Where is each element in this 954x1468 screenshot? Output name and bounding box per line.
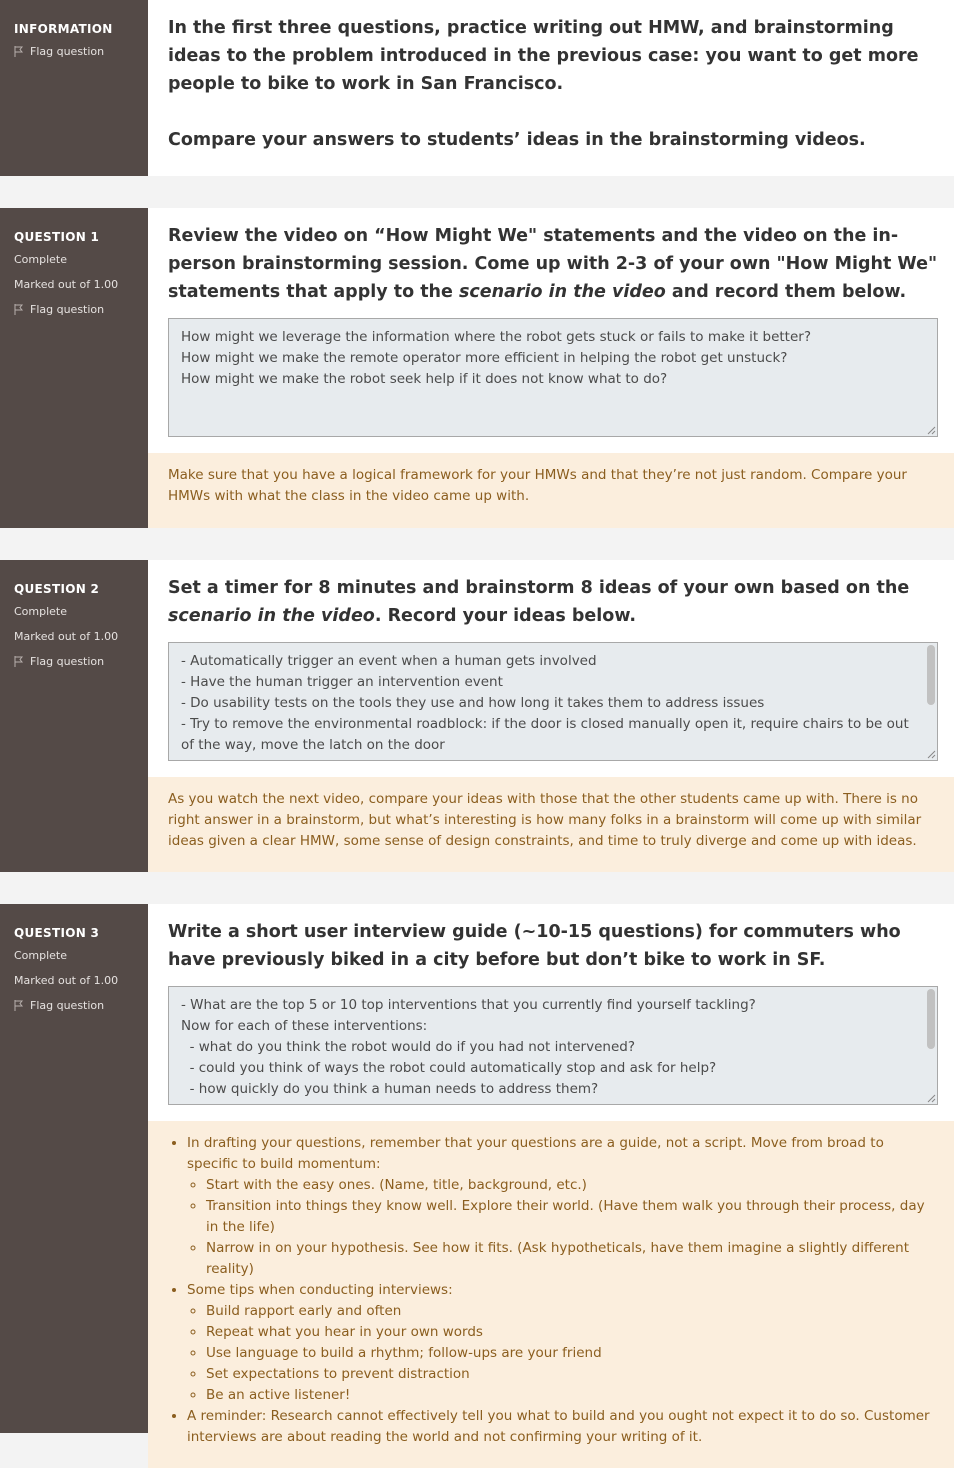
flag-question-label: Flag question — [30, 45, 105, 58]
flag-question-label: Flag question — [30, 303, 105, 316]
feedback-subbullet: Repeat what you hear in your own words — [206, 1322, 936, 1343]
question-status: Complete — [14, 253, 68, 266]
question-2-sidebar: QUESTION 2 Complete Marked out of 1.00 F… — [0, 560, 148, 872]
question-feedback: Make sure that you have a logical framew… — [148, 453, 954, 528]
info-paragraph-1: In the first three questions, practice w… — [168, 18, 919, 94]
question-text: Write a short user interview guide (~10-… — [168, 922, 901, 970]
question-number: QUESTION 3 — [14, 926, 100, 940]
feedback-subbullet: Use language to build a rhythm; follow-u… — [206, 1343, 936, 1364]
feedback-subbullet: Transition into things they know well. E… — [206, 1196, 936, 1238]
flag-question-link[interactable]: Flag question — [14, 303, 148, 316]
flag-question-link[interactable]: Flag question — [14, 655, 148, 668]
question-3-content: Write a short user interview guide (~10-… — [148, 904, 954, 1468]
resize-handle-icon[interactable] — [926, 1093, 936, 1103]
resize-handle-icon[interactable] — [926, 749, 936, 759]
flag-question-link[interactable]: Flag question — [14, 999, 148, 1012]
answer-textarea[interactable]: - Automatically trigger an event when a … — [168, 642, 938, 761]
flag-question-label: Flag question — [30, 999, 105, 1012]
feedback-bullet: In drafting your questions, remember tha… — [187, 1133, 936, 1280]
question-1-content: Review the video on “How Might We" state… — [148, 208, 954, 528]
question-3-sidebar: QUESTION 3 Complete Marked out of 1.00 F… — [0, 904, 148, 1433]
question-marks: Marked out of 1.00 — [14, 974, 119, 987]
question-1-block: QUESTION 1 Complete Marked out of 1.00 F… — [0, 208, 954, 528]
answer-line: - What are the top 5 or 10 top intervent… — [181, 997, 756, 1013]
feedback-subbullet: Be an active listener! — [206, 1385, 936, 1406]
question-text: Set a timer for 8 minutes and brainstorm… — [168, 578, 910, 626]
answer-line: - Do usability tests on the tools they u… — [181, 695, 765, 711]
answer-line: - how quickly do you think a human needs… — [181, 1081, 599, 1097]
feedback-subbullet: Build rapport early and often — [206, 1301, 936, 1322]
question-status: Complete — [14, 949, 68, 962]
answer-line: How might we make the robot seek help if… — [181, 371, 668, 387]
flag-question-link[interactable]: Flag question — [14, 45, 148, 58]
question-marks: Marked out of 1.00 — [14, 630, 119, 643]
feedback-bullet: A reminder: Research cannot effectively … — [187, 1406, 936, 1448]
flag-icon — [14, 304, 24, 315]
answer-line: - Automatically trigger an event when a … — [181, 653, 597, 669]
answer-textarea[interactable]: How might we leverage the information wh… — [168, 318, 938, 437]
answer-line: - Have the human trigger an intervention… — [181, 674, 503, 690]
question-number: QUESTION 2 — [14, 582, 100, 596]
flag-icon — [14, 46, 24, 57]
flag-icon — [14, 1000, 24, 1011]
flag-icon — [14, 656, 24, 667]
info-sidebar: INFORMATION Flag question — [0, 0, 148, 176]
question-2-content: Set a timer for 8 minutes and brainstorm… — [148, 560, 954, 872]
answer-textarea[interactable]: - What are the top 5 or 10 top intervent… — [168, 986, 938, 1105]
feedback-subbullet: Set expectations to prevent distraction — [206, 1364, 936, 1385]
flag-question-label: Flag question — [30, 655, 105, 668]
info-content: In the first three questions, practice w… — [148, 0, 954, 176]
feedback-subbullet: Start with the easy ones. (Name, title, … — [206, 1175, 936, 1196]
answer-line: How might we make the remote operator mo… — [181, 350, 788, 366]
question-1-sidebar: QUESTION 1 Complete Marked out of 1.00 F… — [0, 208, 148, 528]
question-3-block: QUESTION 3 Complete Marked out of 1.00 F… — [0, 904, 954, 1468]
resize-handle-icon[interactable] — [926, 425, 936, 435]
feedback-subbullet: Narrow in on your hypothesis. See how it… — [206, 1238, 936, 1280]
question-marks: Marked out of 1.00 — [14, 278, 119, 291]
answer-line: Now for each of these interventions: — [181, 1018, 428, 1034]
answer-line: - could you think of ways the robot coul… — [181, 1060, 717, 1076]
textarea-scrollbar[interactable] — [927, 645, 935, 705]
question-2-block: QUESTION 2 Complete Marked out of 1.00 F… — [0, 560, 954, 872]
answer-line: - Try to remove the environmental roadbl… — [181, 716, 914, 753]
question-text: Review the video on “How Might We" state… — [168, 226, 938, 302]
answer-line: - what do you think the robot would do i… — [181, 1039, 635, 1055]
info-label: INFORMATION — [14, 22, 113, 36]
info-block: INFORMATION Flag question In the first t… — [0, 0, 954, 176]
answer-line: How might we leverage the information wh… — [181, 329, 811, 345]
feedback-bullet: Some tips when conducting interviews: Bu… — [187, 1280, 936, 1406]
question-feedback: As you watch the next video, compare you… — [148, 777, 954, 872]
question-feedback: In drafting your questions, remember tha… — [148, 1121, 954, 1468]
question-number: QUESTION 1 — [14, 230, 100, 244]
info-paragraph-2: Compare your answers to students’ ideas … — [168, 130, 866, 150]
textarea-scrollbar[interactable] — [927, 989, 935, 1049]
question-status: Complete — [14, 605, 68, 618]
